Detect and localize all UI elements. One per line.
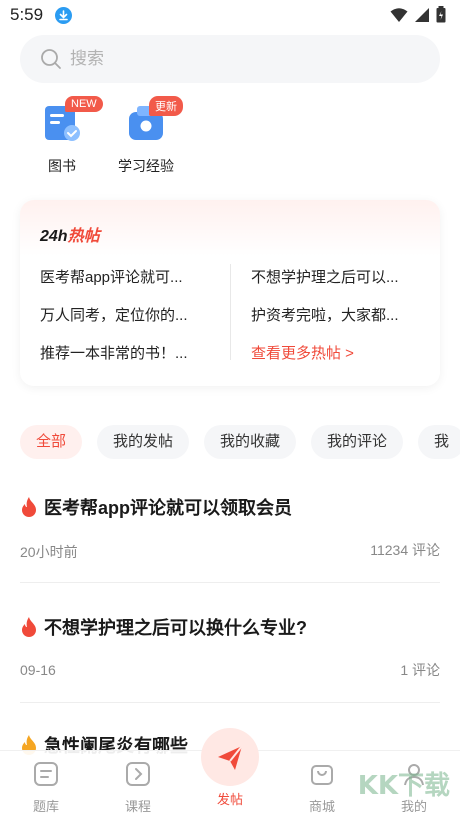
post-time: 20小时前	[20, 544, 78, 560]
status-time: 5:59	[10, 5, 44, 24]
filter-tabs: 全部 我的发帖 我的收藏 我的评论 我	[20, 425, 460, 459]
book-icon: NEW	[39, 96, 103, 146]
course-icon	[126, 762, 150, 786]
post-title: 不想学护理之后可以换什么专业?	[44, 618, 307, 638]
tab-more[interactable]: 我	[418, 425, 460, 459]
search-icon	[41, 49, 61, 69]
divider	[230, 264, 231, 360]
hot-posts-card: 24h热帖 医考帮app评论就可... 万人同考，定位你的... 推荐一本非常的…	[20, 200, 440, 386]
post-title: 医考帮app评论就可以领取会员	[44, 498, 292, 518]
shortcut-label: 学习经验	[118, 158, 174, 174]
post-fab-button[interactable]	[201, 728, 259, 786]
divider	[20, 582, 440, 583]
hot-post-link[interactable]: 医考帮app评论就可...	[40, 266, 220, 287]
watermark: KK下载	[357, 771, 450, 801]
shop-icon	[311, 765, 333, 785]
download-icon	[55, 7, 72, 24]
nav-label: 发帖	[216, 792, 243, 807]
status-bar: 5:59	[0, 0, 460, 30]
search-bar[interactable]	[20, 35, 440, 83]
divider	[20, 702, 440, 703]
new-badge: NEW	[65, 96, 103, 112]
hot-title-prefix: 24h	[40, 228, 68, 245]
hot-posts-title: 24h热帖	[40, 222, 100, 246]
nav-post[interactable]: 发帖	[200, 785, 260, 808]
tab-all[interactable]: 全部	[20, 425, 83, 459]
nav-shop[interactable]: 商城	[292, 761, 352, 815]
experience-icon: 更新	[123, 96, 183, 146]
fire-icon	[22, 617, 36, 637]
nav-question-bank[interactable]: 题库	[16, 761, 76, 815]
shortcut-label: 图书	[48, 158, 76, 174]
system-icons	[390, 6, 446, 23]
send-icon	[218, 745, 243, 770]
hot-post-link[interactable]: 万人同考，定位你的...	[40, 304, 220, 325]
nav-label: 商城	[308, 799, 335, 814]
wifi-icon	[390, 7, 408, 22]
tab-my-comments[interactable]: 我的评论	[311, 425, 404, 459]
view-more-hot-posts-link[interactable]: 查看更多热帖 >	[251, 342, 354, 363]
hot-post-link[interactable]: 推荐一本非常的书！...	[40, 342, 220, 363]
fire-icon	[22, 497, 36, 517]
post-time: 09-16	[20, 662, 56, 678]
update-badge: 更新	[149, 96, 183, 116]
shortcut-experience[interactable]: 更新 学习经验	[111, 96, 183, 176]
search-input[interactable]	[70, 35, 410, 83]
hot-post-link[interactable]: 护资考完啦，大家都...	[251, 304, 431, 325]
nav-label: 题库	[32, 799, 59, 814]
question-bank-icon	[34, 762, 58, 786]
comment-count: 1 评论	[400, 662, 440, 678]
comment-count: 11234 评论	[370, 542, 440, 558]
tab-my-posts[interactable]: 我的发帖	[97, 425, 190, 459]
shortcut-books[interactable]: NEW 图书	[27, 96, 103, 176]
screen: 5:59 NEW 图书	[0, 0, 460, 818]
nav-course[interactable]: 课程	[108, 761, 168, 815]
signal-icon	[415, 7, 429, 22]
tab-my-favorites[interactable]: 我的收藏	[204, 425, 297, 459]
nav-label: 课程	[124, 799, 151, 814]
hot-title-suffix: 热帖	[67, 228, 100, 245]
battery-icon	[436, 6, 446, 23]
hot-post-link[interactable]: 不想学护理之后可以...	[251, 266, 431, 287]
